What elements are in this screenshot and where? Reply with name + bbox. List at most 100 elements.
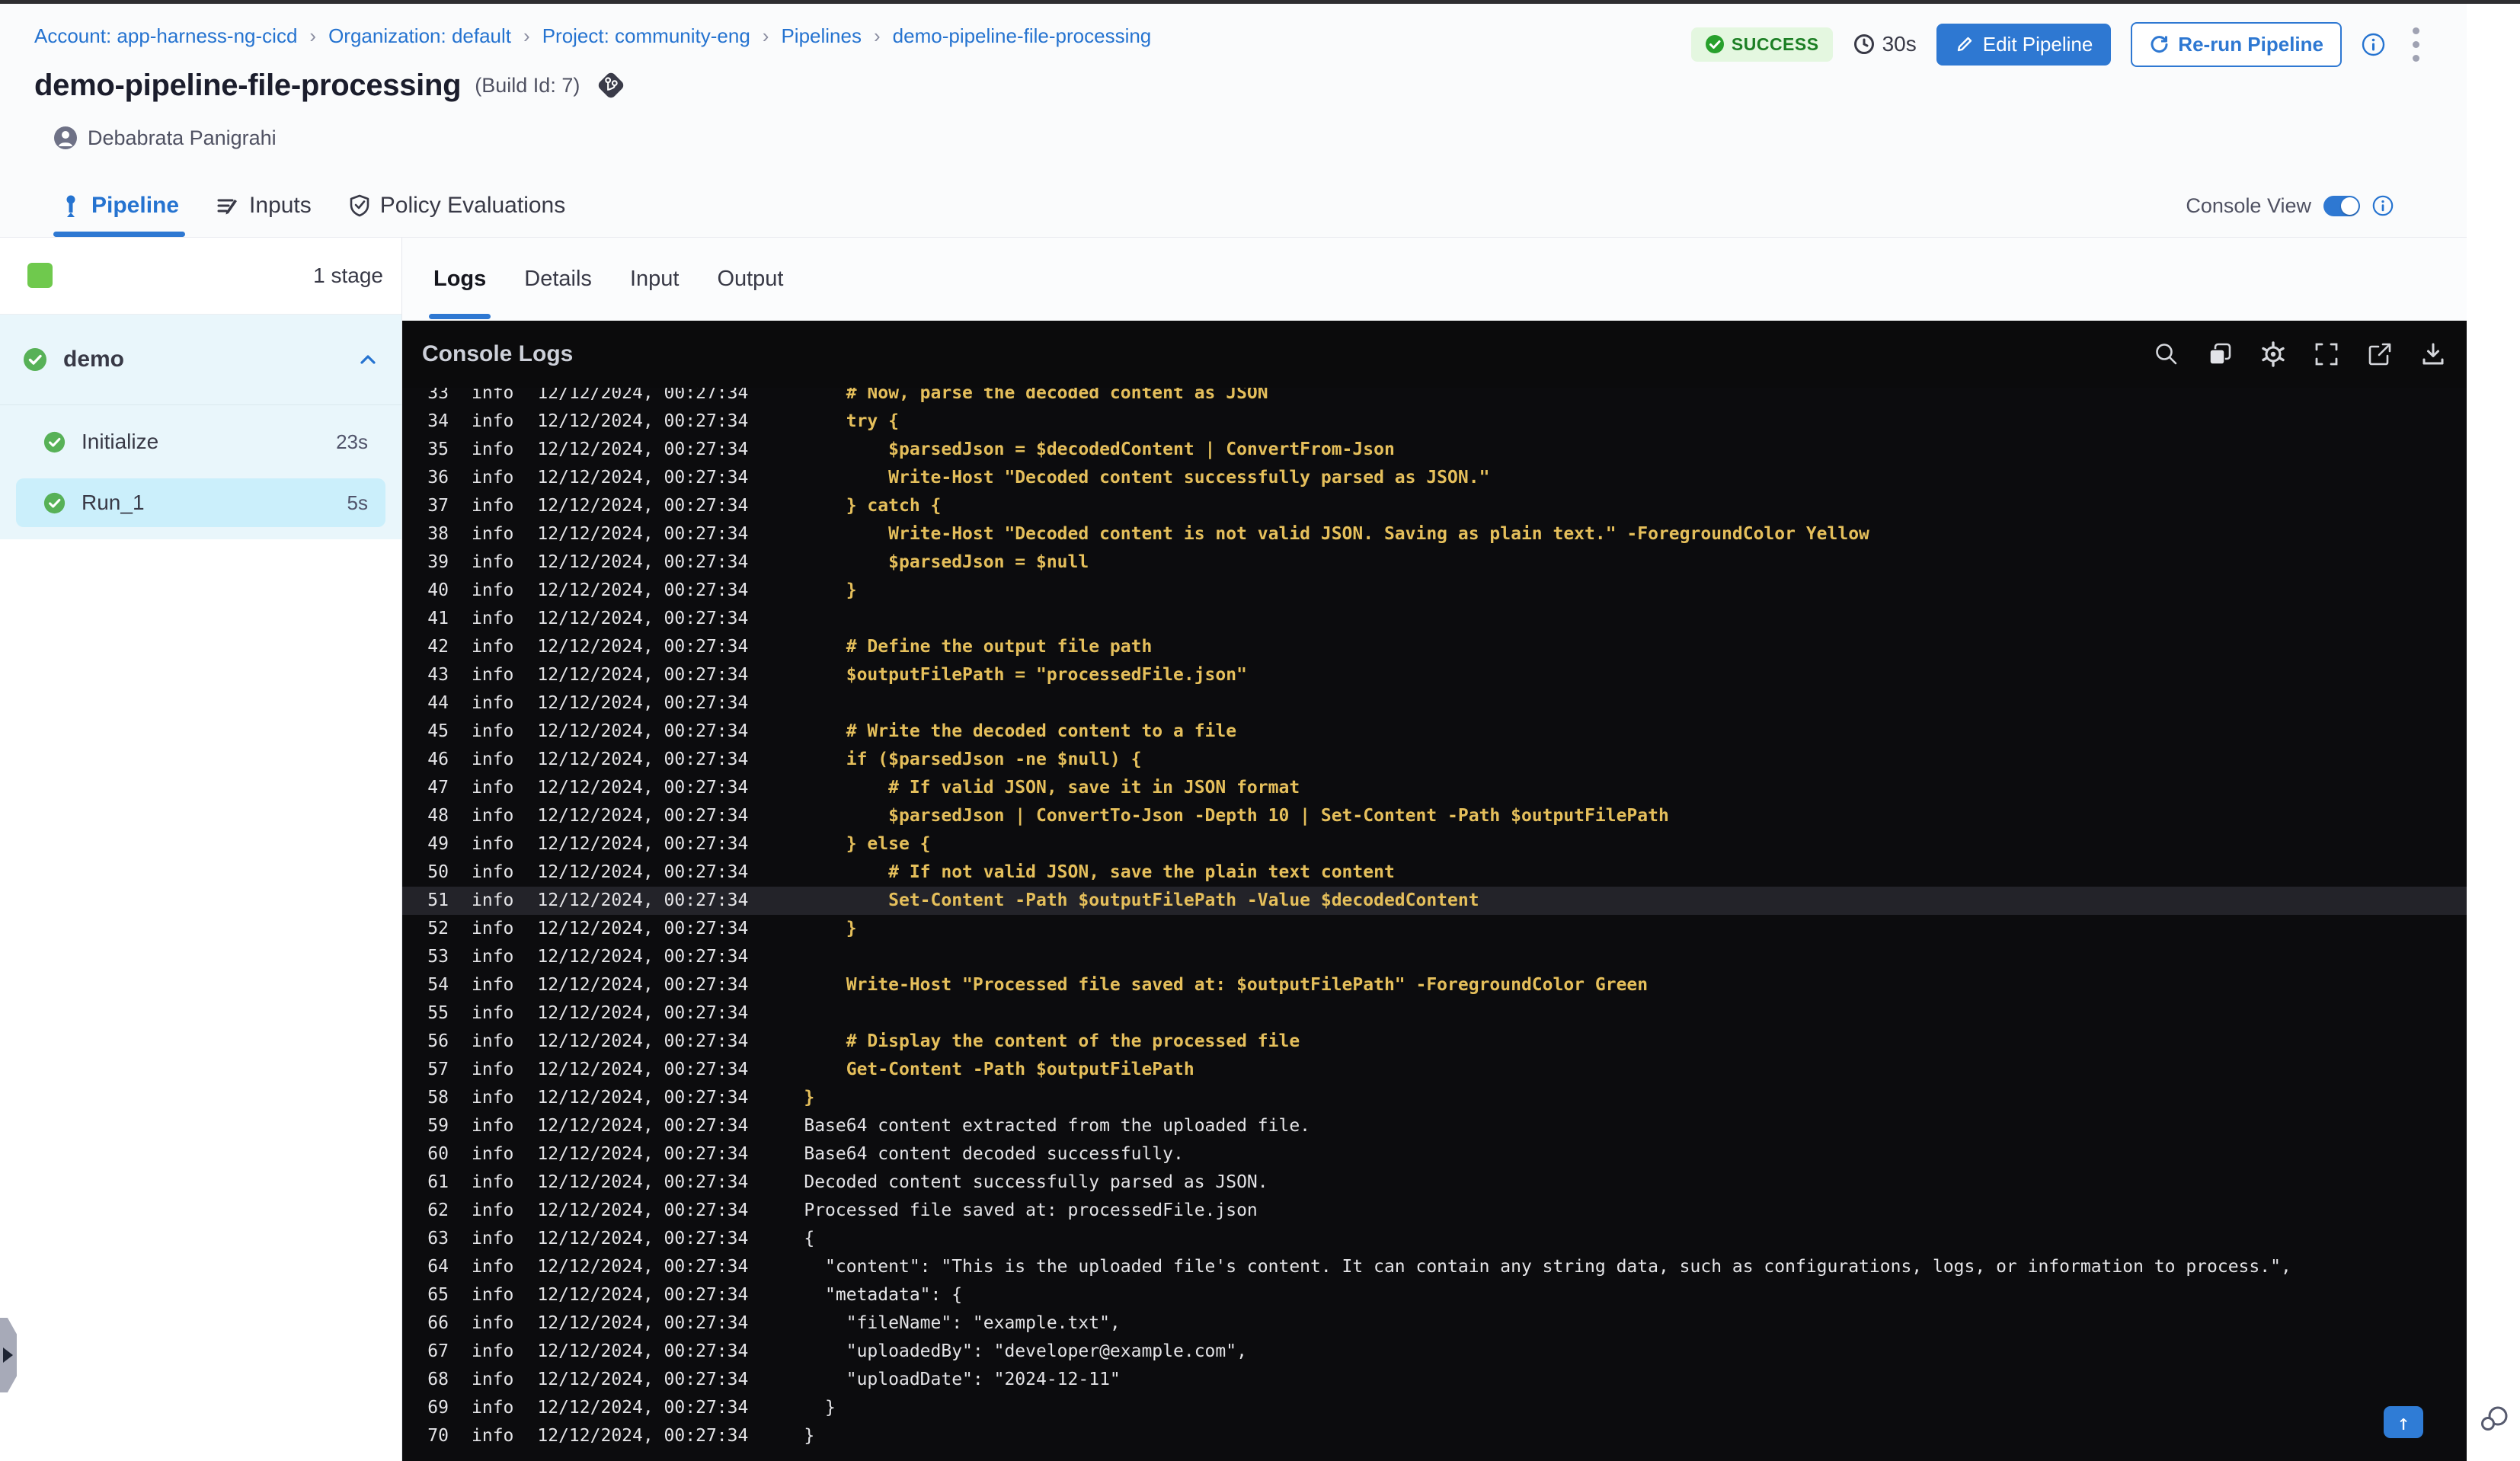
log-line[interactable]: 63 info 12/12/2024, 00:27:34 { bbox=[402, 1225, 2467, 1253]
git-details-icon[interactable] bbox=[593, 68, 628, 103]
log-level: info bbox=[472, 1031, 514, 1051]
tab-pipeline[interactable]: Pipeline bbox=[53, 174, 186, 237]
log-line[interactable]: 66 info 12/12/2024, 00:27:34 "fileName": "… bbox=[402, 1309, 2467, 1338]
log-line[interactable]: 54 info 12/12/2024, 00:27:34 Write-Host "P… bbox=[402, 971, 2467, 999]
stage-status-square bbox=[27, 263, 53, 288]
breadcrumb-link[interactable]: demo-pipeline-file-processing bbox=[893, 24, 1152, 48]
support-chat-button[interactable] bbox=[2477, 1403, 2511, 1437]
log-timestamp: 12/12/2024, 00:27:34 bbox=[537, 834, 749, 854]
log-level: info bbox=[472, 778, 514, 798]
breadcrumb-link[interactable]: Account: app-harness-ng-cicd bbox=[34, 24, 297, 48]
log-line[interactable]: 33 info 12/12/2024, 00:27:34 # Now, parse … bbox=[402, 388, 2467, 408]
info-icon[interactable] bbox=[2362, 33, 2385, 56]
console-tab-details[interactable]: Details bbox=[524, 238, 592, 321]
step-name: Initialize bbox=[82, 430, 159, 453]
download-icon[interactable] bbox=[2419, 340, 2447, 368]
line-number: 70 bbox=[427, 1426, 449, 1446]
log-line[interactable]: 45 info 12/12/2024, 00:27:34 # Write the d… bbox=[402, 718, 2467, 746]
log-line[interactable]: 67 info 12/12/2024, 00:27:34 "uploadedBy":… bbox=[402, 1338, 2467, 1366]
toggle-knob bbox=[2341, 197, 2359, 215]
line-number: 33 bbox=[427, 388, 449, 403]
line-number: 42 bbox=[427, 637, 449, 657]
log-level: info bbox=[472, 1144, 514, 1164]
rerun-pipeline-button[interactable]: Re-run Pipeline bbox=[2131, 21, 2342, 67]
log-line[interactable]: 65 info 12/12/2024, 00:27:34 "metadata": { bbox=[402, 1281, 2467, 1309]
log-line[interactable]: 44 info 12/12/2024, 00:27:34 bbox=[402, 689, 2467, 718]
log-level: info bbox=[472, 1257, 514, 1277]
log-message: Write-Host "Decoded content is not valid… bbox=[804, 524, 1869, 544]
log-line[interactable]: 58 info 12/12/2024, 00:27:34} bbox=[402, 1084, 2467, 1112]
console-tab-logs[interactable]: Logs bbox=[429, 238, 491, 321]
log-level: info bbox=[472, 721, 514, 741]
copy-icon[interactable] bbox=[2206, 340, 2234, 368]
log-line[interactable]: 36 info 12/12/2024, 00:27:34 Write-Host "D… bbox=[402, 464, 2467, 492]
log-line[interactable]: 41 info 12/12/2024, 00:27:34 bbox=[402, 605, 2467, 633]
log-line[interactable]: 37 info 12/12/2024, 00:27:34 } catch { bbox=[402, 492, 2467, 520]
log-line[interactable]: 55 info 12/12/2024, 00:27:34 bbox=[402, 999, 2467, 1028]
step-success-icon bbox=[43, 492, 66, 513]
open-in-new-icon[interactable] bbox=[2366, 340, 2394, 368]
chevron-up-icon[interactable] bbox=[357, 349, 379, 370]
log-line[interactable]: 64 info 12/12/2024, 00:27:34 "content": "T… bbox=[402, 1253, 2467, 1281]
log-line[interactable]: 57 info 12/12/2024, 00:27:34 Get-Content -… bbox=[402, 1056, 2467, 1084]
log-line[interactable]: 50 info 12/12/2024, 00:27:34 # If not vali… bbox=[402, 858, 2467, 887]
log-line[interactable]: 49 info 12/12/2024, 00:27:34 } else { bbox=[402, 830, 2467, 858]
page-header: Account: app-harness-ng-cicd › Organizat… bbox=[0, 4, 2467, 175]
log-line[interactable]: 35 info 12/12/2024, 00:27:34 $parsedJson =… bbox=[402, 436, 2467, 464]
line-number: 46 bbox=[427, 750, 449, 769]
log-line[interactable]: 46 info 12/12/2024, 00:27:34 if ($parsedJs… bbox=[402, 746, 2467, 774]
tab-policy-evaluations[interactable]: Policy Evaluations bbox=[348, 174, 565, 237]
line-number: 69 bbox=[427, 1398, 449, 1418]
breadcrumb-link[interactable]: Organization: default bbox=[328, 24, 511, 48]
console-log-viewport[interactable]: 33 info 12/12/2024, 00:27:34 # Now, parse … bbox=[402, 388, 2467, 1461]
log-level: info bbox=[472, 947, 514, 967]
line-number: 34 bbox=[427, 411, 449, 431]
more-options-menu[interactable] bbox=[2405, 23, 2427, 66]
log-line[interactable]: 60 info 12/12/2024, 00:27:34 Base64 content… bbox=[402, 1140, 2467, 1168]
log-line[interactable]: 59 info 12/12/2024, 00:27:34 Base64 content… bbox=[402, 1112, 2467, 1140]
step-row-initialize[interactable]: Initialize 23s bbox=[0, 405, 401, 478]
log-line[interactable]: 51 info 12/12/2024, 00:27:34 Set-Content -… bbox=[402, 887, 2467, 915]
log-line[interactable]: 56 info 12/12/2024, 00:27:34 # Display the… bbox=[402, 1028, 2467, 1056]
fullscreen-icon[interactable] bbox=[2313, 340, 2340, 368]
log-line[interactable]: 61 info 12/12/2024, 00:27:34 Decoded conten… bbox=[402, 1168, 2467, 1197]
search-icon[interactable] bbox=[2153, 340, 2180, 368]
log-line[interactable]: 62 info 12/12/2024, 00:27:34 Processed file… bbox=[402, 1197, 2467, 1225]
log-line[interactable]: 39 info 12/12/2024, 00:27:34 $parsedJson =… bbox=[402, 548, 2467, 577]
log-timestamp: 12/12/2024, 00:27:34 bbox=[537, 1003, 749, 1023]
tab-inputs[interactable]: Inputs bbox=[216, 174, 312, 237]
log-line[interactable]: 68 info 12/12/2024, 00:27:34 "uploadDate":… bbox=[402, 1366, 2467, 1394]
console-view-info-icon[interactable] bbox=[2372, 195, 2394, 216]
log-line[interactable]: 69 info 12/12/2024, 00:27:34 } bbox=[402, 1394, 2467, 1422]
breadcrumb-link[interactable]: Project: community-eng bbox=[542, 24, 750, 48]
log-line[interactable]: 47 info 12/12/2024, 00:27:34 # If valid JS… bbox=[402, 774, 2467, 802]
console-panel: Logs Details Input Output Console Logs 3… bbox=[402, 238, 2467, 1461]
log-message: # Write the decoded content to a file bbox=[804, 721, 1237, 741]
log-line[interactable]: 43 info 12/12/2024, 00:27:34 $outputFilePa… bbox=[402, 661, 2467, 689]
log-line[interactable]: 53 info 12/12/2024, 00:27:34 bbox=[402, 943, 2467, 971]
log-line[interactable]: 38 info 12/12/2024, 00:27:34 Write-Host "D… bbox=[402, 520, 2467, 548]
log-timestamp: 12/12/2024, 00:27:34 bbox=[537, 1285, 749, 1305]
sidebar-expander-handle[interactable] bbox=[0, 1318, 17, 1392]
log-line[interactable]: 40 info 12/12/2024, 00:27:34 } bbox=[402, 577, 2467, 605]
log-message: } catch { bbox=[804, 496, 942, 516]
scroll-to-top-button[interactable]: ↑ bbox=[2384, 1406, 2423, 1438]
stage-row-demo[interactable]: demo bbox=[0, 315, 401, 405]
log-line[interactable]: 42 info 12/12/2024, 00:27:34 # Define the … bbox=[402, 633, 2467, 661]
log-lines: 33 info 12/12/2024, 00:27:34 # Now, parse … bbox=[402, 388, 2467, 1450]
log-line[interactable]: 70 info 12/12/2024, 00:27:34} bbox=[402, 1422, 2467, 1450]
log-line[interactable]: 48 info 12/12/2024, 00:27:34 $parsedJson |… bbox=[402, 802, 2467, 830]
log-message: } bbox=[804, 1088, 815, 1108]
log-line[interactable]: 52 info 12/12/2024, 00:27:34 } bbox=[402, 915, 2467, 943]
step-name: Run_1 bbox=[82, 491, 145, 514]
build-id: (Build Id: 7) bbox=[475, 73, 580, 97]
console-tabs: Logs Details Input Output bbox=[402, 238, 2467, 321]
breadcrumb-link[interactable]: Pipelines bbox=[781, 24, 862, 48]
step-row-run-1[interactable]: Run_1 5s bbox=[16, 478, 385, 527]
log-line[interactable]: 34 info 12/12/2024, 00:27:34 try { bbox=[402, 408, 2467, 436]
console-tab-input[interactable]: Input bbox=[630, 238, 680, 321]
console-view-toggle[interactable] bbox=[2323, 195, 2360, 216]
console-tab-output[interactable]: Output bbox=[717, 238, 783, 321]
edit-pipeline-button[interactable]: Edit Pipeline bbox=[1936, 23, 2112, 66]
settings-icon[interactable] bbox=[2259, 340, 2287, 368]
